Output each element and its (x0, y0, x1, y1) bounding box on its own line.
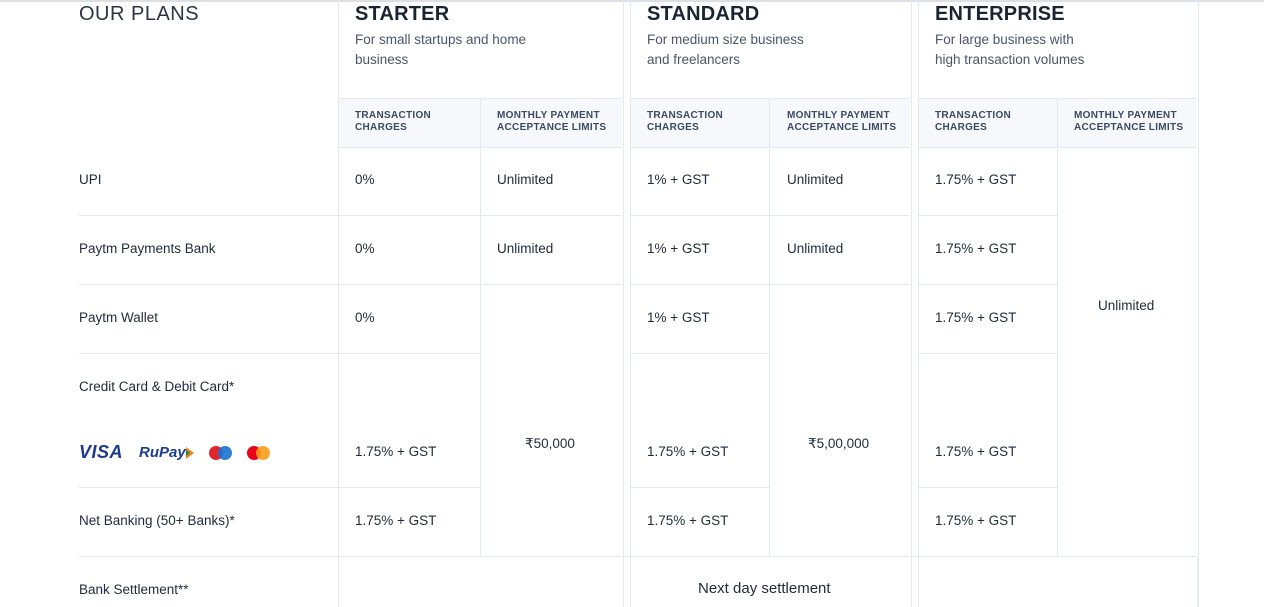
row-divider (631, 284, 910, 285)
row-divider (919, 215, 1057, 216)
plan-desc-starter-2: business (355, 52, 409, 67)
plan-desc-standard-2: and freelancers (647, 52, 741, 67)
card-logos: VISA RuPay (79, 442, 270, 463)
row-divider (339, 353, 480, 354)
starter-charges-header: TRANSACTION CHARGES (355, 110, 432, 133)
settlement-value: Next day settlement (698, 580, 831, 597)
enterprise-charges-header: TRANSACTION CHARGES (935, 110, 1012, 133)
standard-upi-limit: Unlimited (787, 172, 844, 187)
rupay-arrow-icon (185, 446, 194, 459)
enterprise-netbanking-charge: 1.75% + GST (935, 513, 1017, 528)
row-divider (631, 215, 910, 216)
standard-divider (769, 98, 770, 556)
row-label-cards: Credit Card & Debit Card* (79, 379, 235, 394)
starter-cards-charge: 1.75% + GST (355, 444, 437, 459)
row-divider (339, 487, 480, 488)
row-divider (79, 284, 338, 285)
starter-ppb-charge: 0% (355, 241, 375, 256)
row-divider (919, 284, 1057, 285)
standard-wallet-charge: 1% + GST (647, 310, 710, 325)
enterprise-wallet-charge: 1.75% + GST (935, 310, 1017, 325)
standard-ppb-limit: Unlimited (787, 241, 844, 256)
row-divider (79, 353, 338, 354)
starter-ppb-limit: Unlimited (497, 241, 554, 256)
row-divider (79, 215, 338, 216)
row-label-netbanking: Net Banking (50+ Banks)* (79, 513, 235, 528)
starter-upi-limit: Unlimited (497, 172, 554, 187)
starter-netbanking-charge: 1.75% + GST (355, 513, 437, 528)
plan-desc-enterprise-1: For large business with (935, 32, 1074, 47)
row-label-payments-bank: Paytm Payments Bank (79, 241, 216, 256)
row-label-upi: UPI (79, 172, 102, 187)
starter-upi-charge: 0% (355, 172, 375, 187)
starter-limits-header: MONTHLY PAYMENT ACCEPTANCE LIMITS (497, 110, 607, 133)
row-divider (919, 487, 1057, 488)
starter-wallet-charge: 0% (355, 310, 375, 325)
section-title: OUR PLANS (79, 3, 200, 25)
visa-logo: VISA (79, 442, 124, 462)
standard-merged-limit: ₹5,00,000 (808, 436, 870, 451)
standard-limits-header: MONTHLY PAYMENT ACCEPTANCE LIMITS (787, 110, 897, 133)
row-divider (631, 487, 769, 488)
row-divider (339, 284, 480, 285)
plan-desc-standard-1: For medium size business (647, 32, 804, 47)
enterprise-ppb-charge: 1.75% + GST (935, 241, 1017, 256)
plan-desc-enterprise-2: high transaction volumes (935, 52, 1085, 67)
enterprise-upi-charge: 1.75% + GST (935, 172, 1017, 187)
enterprise-cards-charge: 1.75% + GST (935, 444, 1017, 459)
enterprise-divider (1057, 98, 1058, 556)
plan-desc-starter-1: For small startups and home (355, 32, 527, 47)
row-label-settlement: Bank Settlement** (79, 582, 189, 597)
plan-title-enterprise: ENTERPRISE (935, 3, 1065, 25)
row-label-wallet: Paytm Wallet (79, 310, 159, 325)
standard-cards-charge: 1.75% + GST (647, 444, 729, 459)
starter-divider (480, 98, 481, 556)
enterprise-limits-header: MONTHLY PAYMENT ACCEPTANCE LIMITS (1074, 110, 1184, 133)
row-divider (339, 215, 622, 216)
rupay-logo-wrap: RuPay (139, 444, 194, 461)
rupay-logo: RuPay (139, 444, 186, 461)
standard-charges-header: TRANSACTION CHARGES (647, 110, 724, 133)
row-divider (631, 353, 769, 354)
row-divider (919, 353, 1057, 354)
starter-merged-limit: ₹50,000 (525, 436, 575, 451)
standard-netbanking-charge: 1.75% + GST (647, 513, 729, 528)
mastercard-logo-icon (246, 445, 270, 460)
standard-ppb-charge: 1% + GST (647, 241, 710, 256)
plan-title-starter: STARTER (355, 3, 450, 25)
standard-upi-charge: 1% + GST (647, 172, 710, 187)
plan-title-standard: STANDARD (647, 3, 760, 25)
row-divider (481, 284, 622, 285)
maestro-logo-icon (208, 445, 232, 460)
enterprise-merged-limit: Unlimited (1098, 298, 1155, 313)
row-divider (79, 487, 338, 488)
